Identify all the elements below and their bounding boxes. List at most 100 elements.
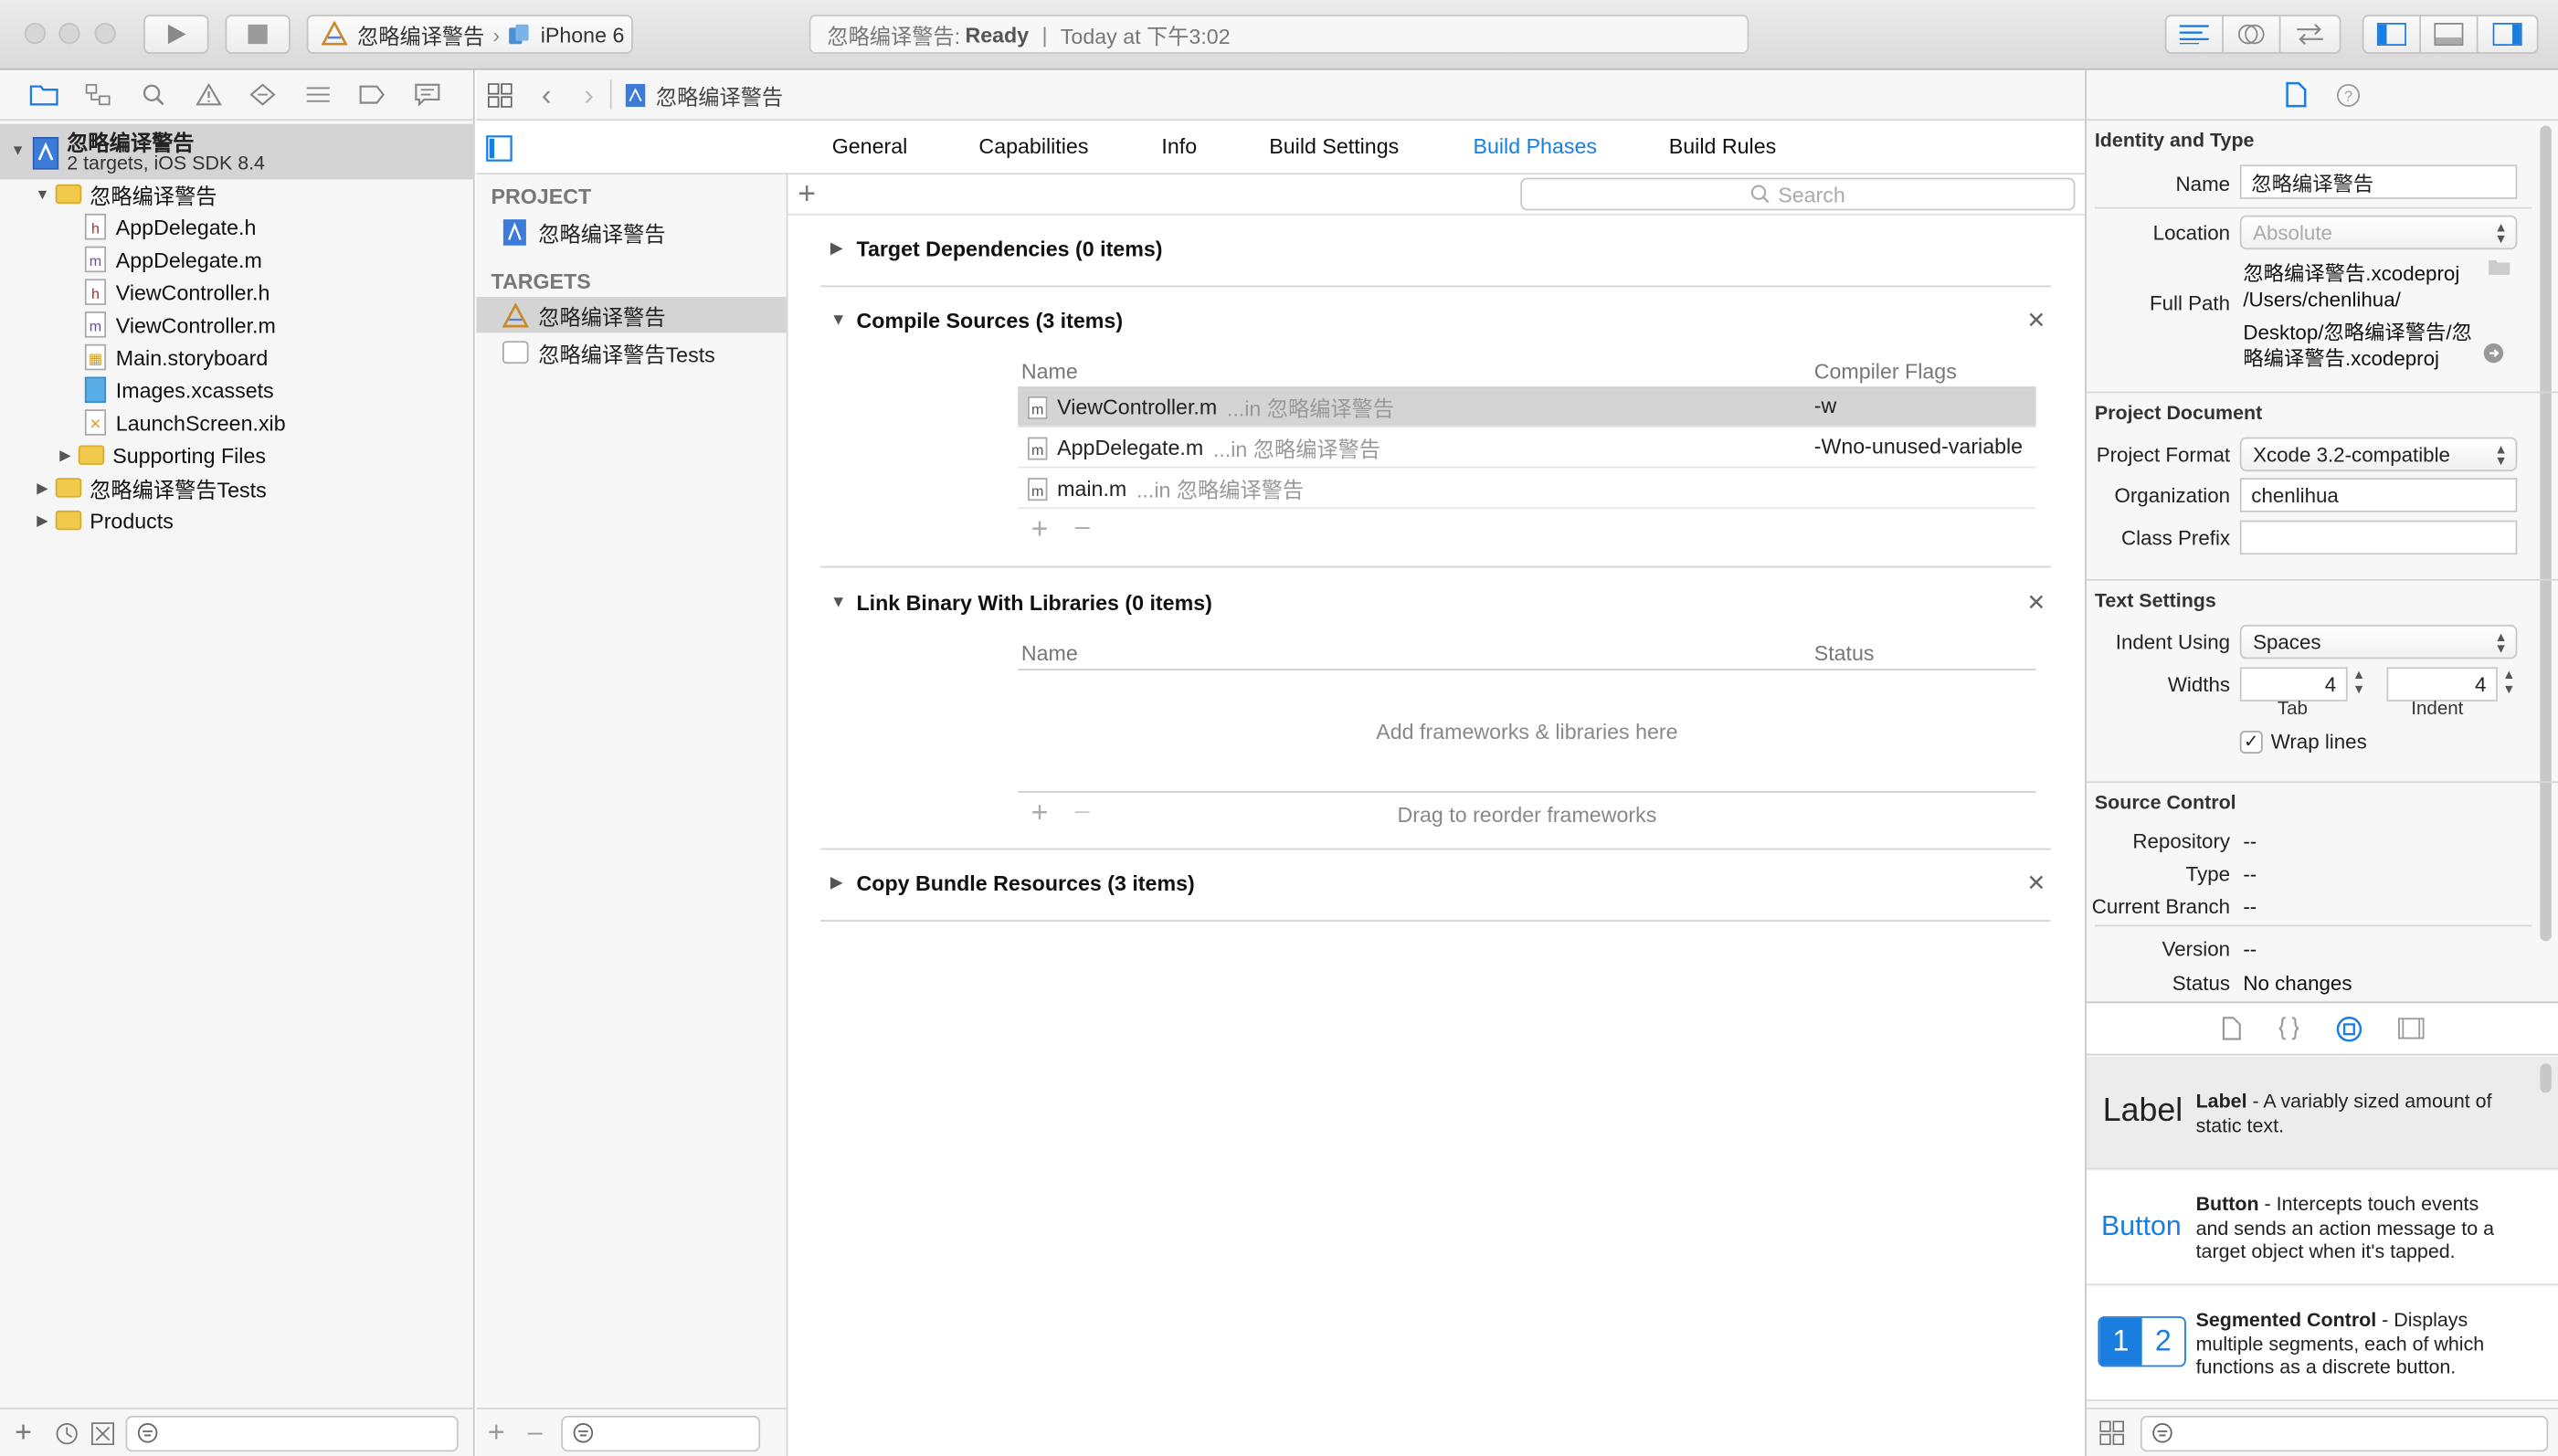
tab-build-settings[interactable]: Build Settings [1269,133,1399,158]
add-source-icon[interactable]: + [1031,512,1049,547]
delete-phase-icon[interactable]: ✕ [2026,589,2045,617]
navigator-item[interactable]: ▦ Main.storyboard [0,341,475,374]
test-diamond-icon[interactable] [236,83,291,106]
name-field[interactable]: 忽略编译警告 [2239,164,2518,199]
add-target-icon[interactable]: + [488,1416,505,1451]
library-item-button[interactable]: Button Button - Intercepts touch events … [2086,1171,2558,1286]
phase-link-binary[interactable]: ▼ Link Binary With Libraries (0 items) [830,590,1212,615]
standard-editor-button[interactable] [2166,16,2224,53]
add-build-phase-icon[interactable]: + [798,178,816,214]
folder-nav-icon[interactable] [16,83,71,106]
search-icon[interactable] [126,83,181,106]
tab-width-field[interactable]: 4 [2239,667,2348,702]
warning-icon[interactable] [181,83,236,106]
file-template-icon[interactable] [2222,1017,2241,1041]
tab-build-phases[interactable]: Build Phases [1474,133,1598,158]
remove-source-icon[interactable]: – [1075,514,1090,543]
forward-icon[interactable]: › [584,78,594,112]
targets-filter-field[interactable] [562,1415,761,1451]
navigator-filter-field[interactable] [124,1415,458,1451]
location-popup[interactable]: Absolute ▲ ▼ [2239,215,2518,250]
scm-filter-icon[interactable] [90,1421,114,1445]
navigator-item[interactable]: h ViewController.h [0,276,475,309]
library-item-segmented-control[interactable]: 1 2 Segmented Control - Displays multipl… [2086,1286,2558,1401]
disclosure-closed-icon[interactable]: ▶ [56,446,75,464]
disclosure-open-icon[interactable]: ▼ [8,142,27,158]
media-library-icon[interactable] [2398,1018,2425,1039]
folder-icon[interactable] [2488,258,2510,276]
tab-width-stepper[interactable]: ▲ ▼ [2352,667,2365,696]
add-icon[interactable]: + [15,1416,32,1451]
navigator-item[interactable]: ▶ Products [0,504,475,537]
related-items-icon[interactable] [487,82,513,107]
version-editor-button[interactable] [2280,16,2338,52]
indent-width-stepper[interactable]: ▲ ▼ [2502,667,2515,696]
compiler-flags[interactable]: -Wno-unused-variable [1814,434,2023,459]
library-filter-field[interactable] [2140,1415,2549,1451]
show-targets-list-icon[interactable] [486,135,513,162]
phase-compile-sources[interactable]: ▼ Compile Sources (3 items) [830,309,1123,333]
inspector-scrollbar[interactable] [2540,125,2552,942]
navigator-item[interactable]: m ViewController.m [0,309,475,342]
delete-phase-icon[interactable]: ✕ [2026,307,2045,334]
stop-button[interactable] [225,15,291,54]
source-row[interactable]: m AppDelegate.m ...in 忽略编译警告 -Wno-unused-va… [1018,429,2036,469]
phase-copy-bundle-resources[interactable]: ▶ Copy Bundle Resources (3 items) [830,871,1195,896]
class-prefix-field[interactable] [2239,520,2518,555]
run-button[interactable] [143,15,209,54]
debug-nav-icon[interactable] [291,83,345,106]
project-item[interactable]: 忽略编译警告 [476,214,786,249]
help-icon[interactable]: ? [2336,82,2361,107]
reveal-in-finder-icon[interactable] [2483,343,2504,364]
navigator-item[interactable]: m AppDelegate.m [0,243,475,276]
back-icon[interactable]: ‹ [542,78,552,112]
code-snippet-icon[interactable] [2278,1017,2300,1041]
navigator-item[interactable]: ▼ 忽略编译警告 [0,178,475,211]
delete-phase-icon[interactable]: ✕ [2026,870,2045,897]
grid-view-icon[interactable] [2099,1420,2124,1446]
navigator-item[interactable]: Images.xcassets [0,374,475,406]
wrap-lines-checkbox[interactable]: ✓ [2239,731,2263,754]
source-row[interactable]: m main.m ...in 忽略编译警告 [1018,470,2036,510]
disclosure-closed-icon[interactable]: ▶ [33,512,52,530]
report-icon[interactable] [400,83,455,107]
disclosure-open-icon[interactable]: ▼ [830,311,857,330]
clock-icon[interactable] [55,1421,78,1444]
organization-field[interactable]: chenlihua [2239,478,2518,512]
disclosure-closed-icon[interactable]: ▶ [33,479,52,497]
tab-info[interactable]: Info [1161,133,1197,158]
minimize-window-button[interactable] [58,23,80,45]
navigator-item[interactable]: ▶ 忽略编译警告Tests [0,471,475,504]
breadcrumb[interactable]: 忽略编译警告 [656,79,783,111]
tab-general[interactable]: General [832,133,908,158]
disclosure-open-icon[interactable]: ▼ [830,594,857,612]
tab-build-rules[interactable]: Build Rules [1669,133,1776,158]
disclosure-closed-icon[interactable]: ▶ [830,240,857,258]
compiler-flags[interactable]: -w [1814,393,1836,417]
editor-mode-control[interactable] [2164,15,2341,54]
symbol-nav-icon[interactable] [71,83,126,106]
library-scrollbar[interactable] [2540,1063,2552,1093]
toggle-navigator-button[interactable] [2364,16,2421,53]
disclosure-closed-icon[interactable]: ▶ [830,874,857,892]
toggle-debug-button[interactable] [2421,16,2479,53]
navigator-item[interactable]: ✕ LaunchScreen.xib [0,406,475,439]
indent-width-field[interactable]: 4 [2386,667,2498,702]
remove-target-icon[interactable]: – [528,1419,543,1448]
navigator-item[interactable]: ▶ Supporting Files [0,438,475,471]
indent-using-popup[interactable]: Spaces ▲ ▼ [2239,624,2518,659]
navigator-item[interactable]: h AppDelegate.h [0,210,475,243]
project-format-popup[interactable]: Xcode 3.2-compatible ▲ ▼ [2239,437,2518,472]
source-row[interactable]: m ViewController.m ...in 忽略编译警告 -w [1018,388,2036,427]
disclosure-open-icon[interactable]: ▼ [33,186,52,203]
phase-target-dependencies[interactable]: ▶ Target Dependencies (0 items) [830,237,1163,261]
tab-capabilities[interactable]: Capabilities [978,133,1088,158]
view-toggle-control[interactable] [2362,15,2539,54]
target-item-tests[interactable]: 忽略编译警告Tests [476,334,786,370]
toggle-utilities-button[interactable] [2479,16,2536,52]
assistant-editor-button[interactable] [2224,16,2281,53]
scheme-selector[interactable]: 忽略编译警告 › iPhone 6 [306,15,633,54]
phases-search-field[interactable]: Search [1520,177,2076,211]
zoom-window-button[interactable] [94,23,116,45]
object-library-icon[interactable] [2336,1016,2362,1042]
